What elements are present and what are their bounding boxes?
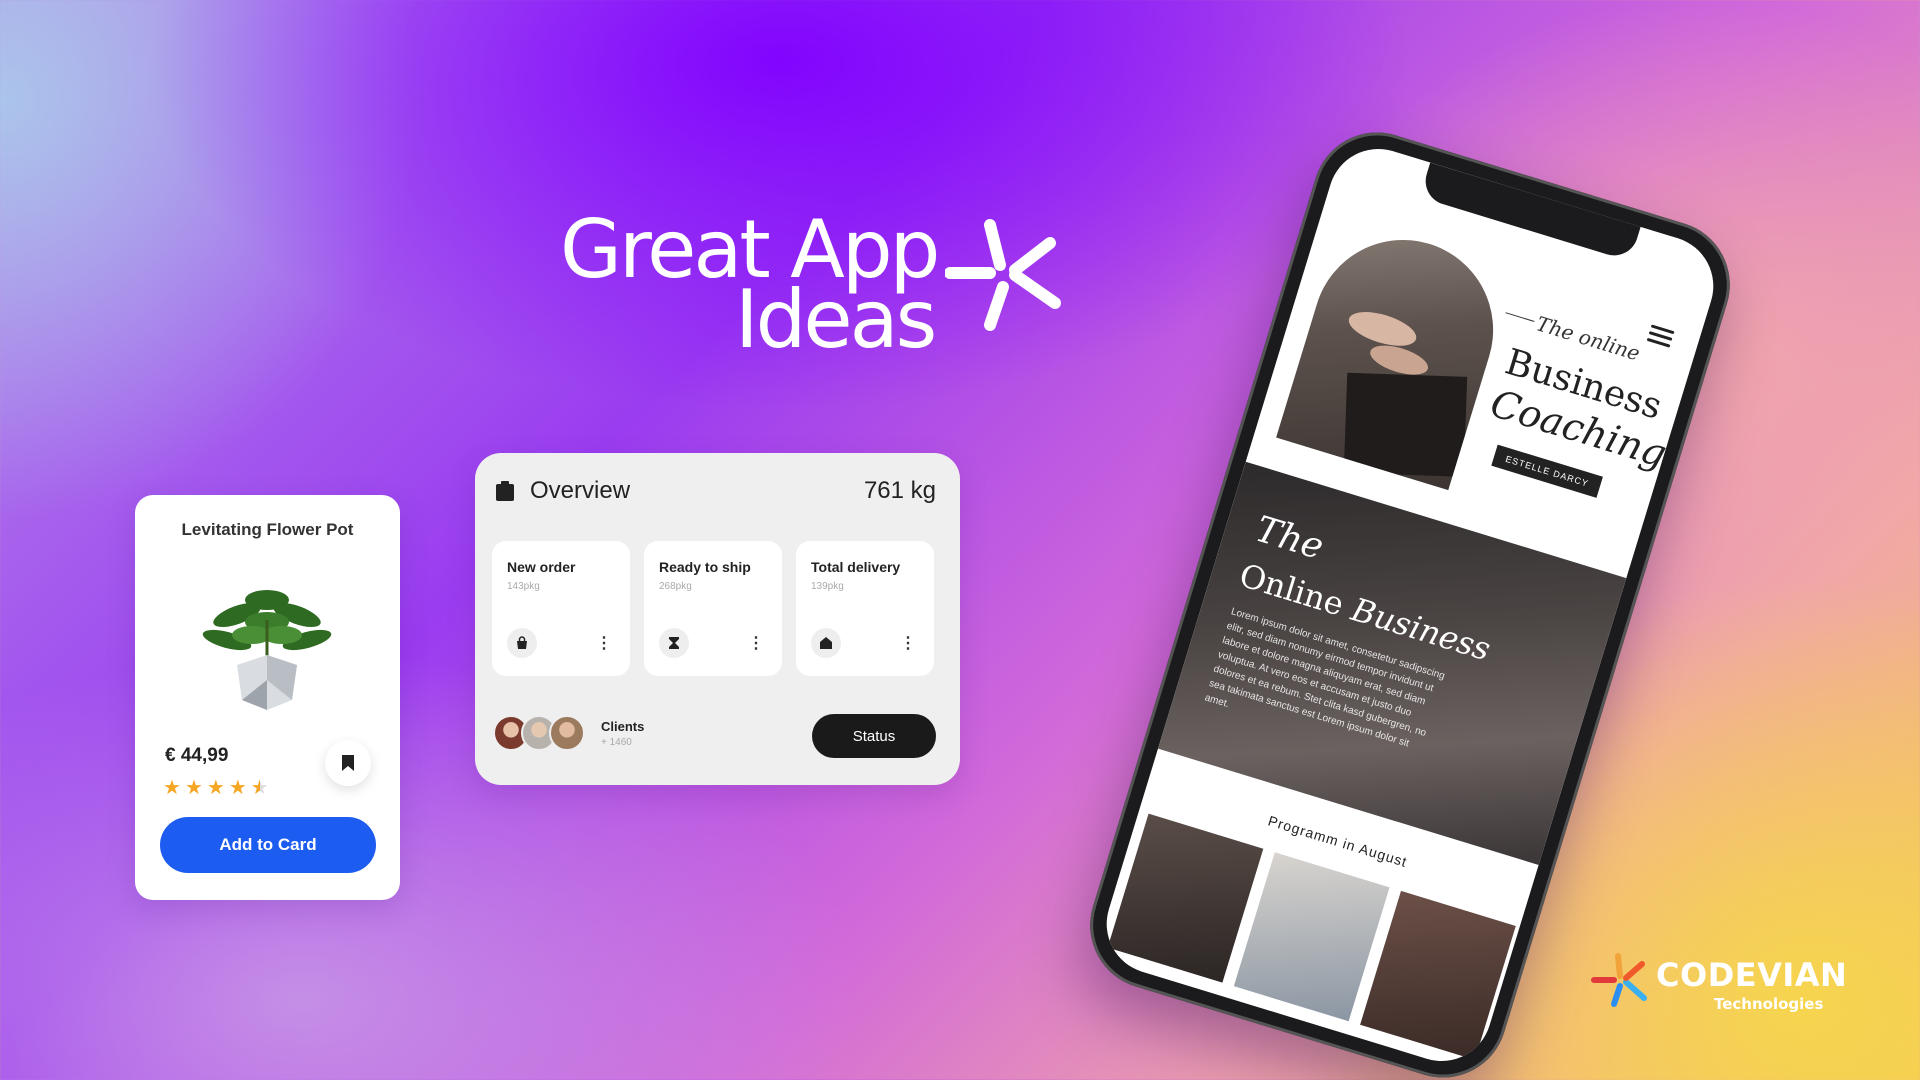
overview-title: Overview <box>530 477 631 504</box>
star-icon: ★ <box>163 777 181 799</box>
tile-sub: 139pkg <box>811 581 844 592</box>
spark-logo-icon <box>945 219 1061 331</box>
tile-name: New order <box>507 559 576 575</box>
product-card: Levitating Flower Pot € 44,99 ★ ★ ★ ★ ★ … <box>135 495 400 900</box>
clients-count: + 1460 <box>601 737 632 748</box>
brand-name: CODEVIAN <box>1656 956 1848 994</box>
add-to-card-button[interactable]: Add to Card <box>160 817 376 873</box>
hamburger-menu-icon[interactable] <box>1646 324 1675 348</box>
programm-image[interactable] <box>1107 813 1264 983</box>
clients-label: Clients <box>601 719 645 734</box>
bag-icon <box>507 628 537 658</box>
product-title: Levitating Flower Pot <box>181 520 354 539</box>
avatar <box>549 715 585 751</box>
headline: Great App Ideas <box>555 205 1095 360</box>
decorative-line <box>1505 312 1535 322</box>
codevian-logo-icon <box>1591 953 1647 1007</box>
tile-sub: 143pkg <box>507 581 540 592</box>
half-star-icon: ★ <box>250 777 269 799</box>
tile-total-delivery[interactable]: Total delivery 139pkg ⋮ <box>796 541 934 676</box>
section-script: The <box>1250 508 1329 568</box>
star-icon: ★ <box>206 777 225 799</box>
clipboard-icon <box>496 481 514 501</box>
programm-image[interactable] <box>1233 852 1390 1022</box>
overview-weight: 761 kg <box>863 477 936 504</box>
bookmark-icon <box>342 755 354 771</box>
tile-sub: 268pkg <box>659 581 692 592</box>
stat-tiles: New order 143pkg ⋮ Ready to ship 268pkg … <box>492 541 934 676</box>
star-icon: ★ <box>228 777 247 799</box>
more-vertical-icon[interactable]: ⋮ <box>900 633 916 653</box>
status-button[interactable]: Status <box>812 714 936 758</box>
client-avatars <box>493 715 585 751</box>
overview-card: Overview 761 kg New order 143pkg ⋮ Ready… <box>475 453 960 785</box>
more-vertical-icon[interactable]: ⋮ <box>748 633 764 653</box>
star-icon: ★ <box>184 777 203 799</box>
more-vertical-icon[interactable]: ⋮ <box>596 633 612 653</box>
tile-name: Total delivery <box>811 559 901 575</box>
hero-image <box>1276 217 1516 491</box>
tile-name: Ready to ship <box>659 559 751 575</box>
brand-logo: CODEVIAN Technologies <box>1590 950 1847 1020</box>
tile-new-order[interactable]: New order 143pkg ⋮ <box>492 541 630 676</box>
headline-line-2: Ideas <box>735 273 937 366</box>
bookmark-button[interactable] <box>325 740 371 786</box>
home-icon <box>811 628 841 658</box>
phone-mockup: The online Business Coaching ESTELLE DAR… <box>1074 116 1746 1080</box>
brand-sub: Technologies <box>1714 995 1824 1013</box>
price: € 44,99 <box>165 745 229 766</box>
rating-stars: ★ ★ ★ ★ ★ <box>163 778 269 798</box>
tile-ready-to-ship[interactable]: Ready to ship 268pkg ⋮ <box>644 541 782 676</box>
plant-pot-image <box>202 590 332 710</box>
programm-gallery <box>1107 813 1516 1060</box>
hourglass-icon <box>659 628 689 658</box>
